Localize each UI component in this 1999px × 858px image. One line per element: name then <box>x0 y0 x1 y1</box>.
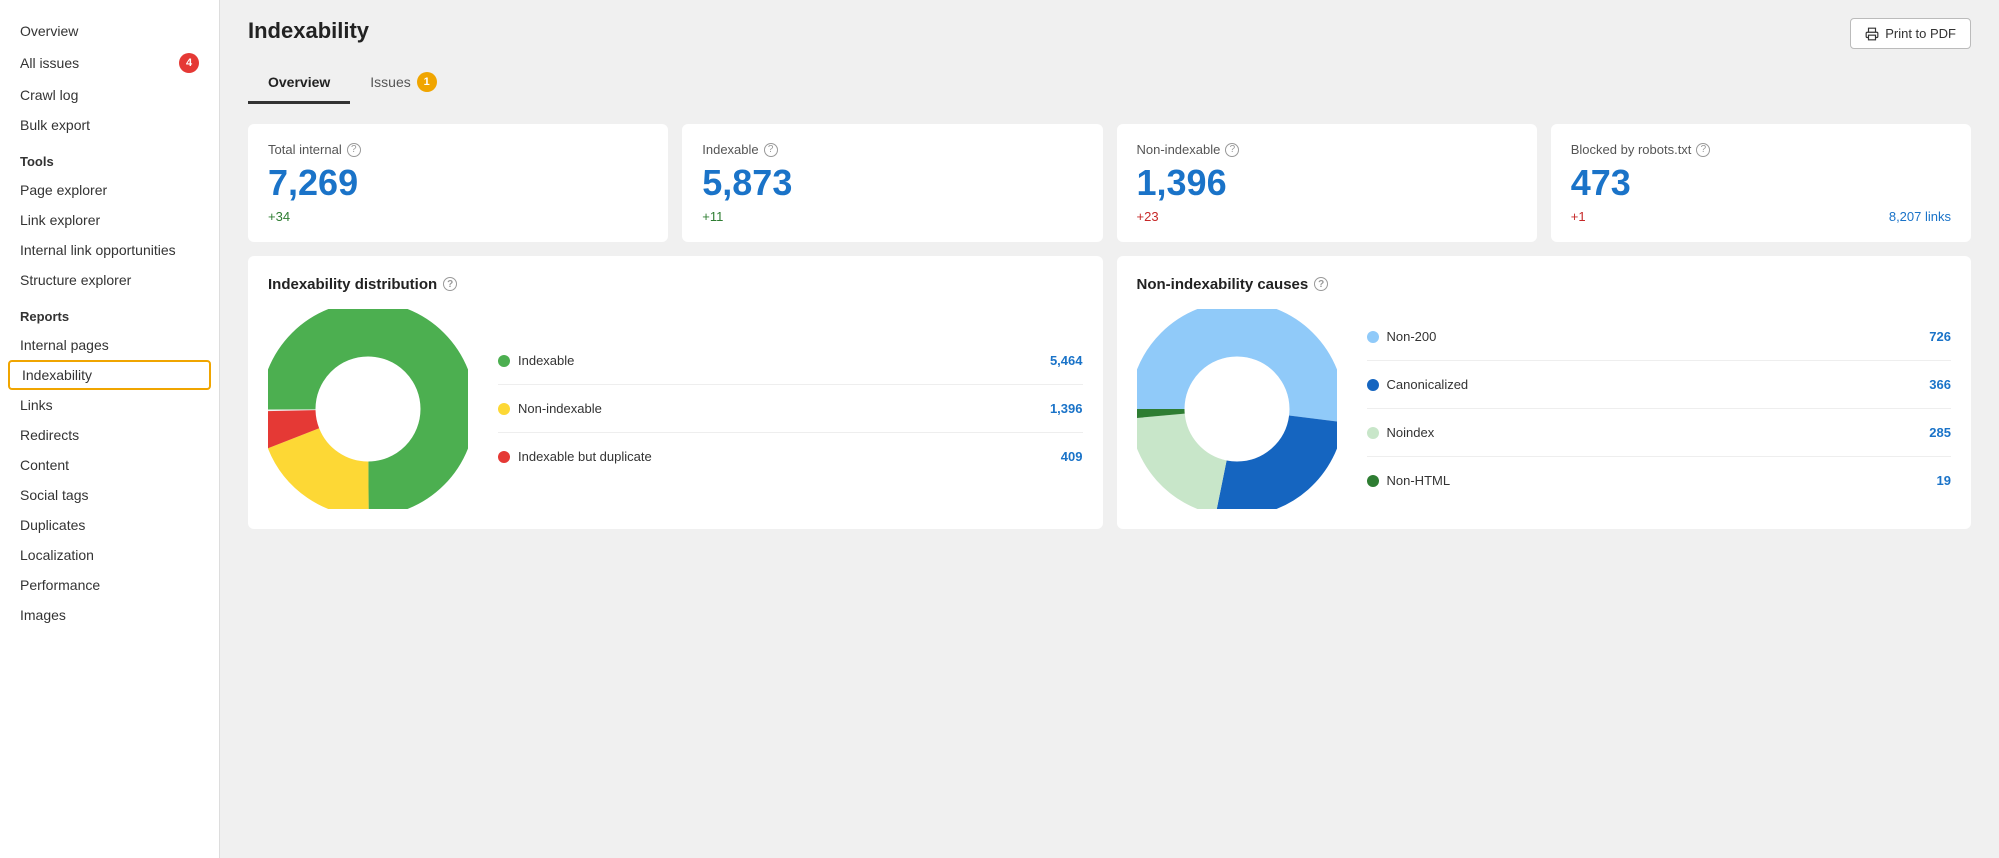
sidebar-item-crawl-log[interactable]: Crawl log <box>0 80 219 110</box>
legend-dot-canonicalized <box>1367 379 1379 391</box>
stat-delta-indexable: +11 <box>702 209 1082 224</box>
legend-item-noindex: Noindex 285 <box>1367 425 1952 440</box>
sidebar-item-performance[interactable]: Performance <box>0 570 219 600</box>
sidebar-item-bulk-export[interactable]: Bulk export <box>0 110 219 140</box>
stat-card-blocked: Blocked by robots.txt ? 473 +1 8,207 lin… <box>1551 124 1971 242</box>
sidebar-item-redirects[interactable]: Redirects <box>0 420 219 450</box>
stat-delta-total-internal: +34 <box>268 209 648 224</box>
nonindexability-donut-chart <box>1137 309 1337 509</box>
legend-dot-non-indexable <box>498 403 510 415</box>
legend-item-non-indexable: Non-indexable 1,396 <box>498 401 1083 416</box>
charts-row: Indexability distribution ? <box>248 256 1971 529</box>
reports-section-label: Reports <box>0 295 219 330</box>
indexability-distribution-card: Indexability distribution ? <box>248 256 1103 529</box>
print-to-pdf-button[interactable]: Print to PDF <box>1850 18 1971 49</box>
tab-overview[interactable]: Overview <box>248 63 350 104</box>
help-icon-total-internal[interactable]: ? <box>347 143 361 157</box>
stat-delta-non-indexable: +23 <box>1137 209 1517 224</box>
legend-value-duplicate[interactable]: 409 <box>1061 449 1083 464</box>
legend-value-non200[interactable]: 726 <box>1929 329 1951 344</box>
sidebar-item-content[interactable]: Content <box>0 450 219 480</box>
sidebar-item-all-issues[interactable]: All issues 4 <box>0 46 219 80</box>
tab-issues[interactable]: Issues 1 <box>350 63 456 104</box>
legend-item-canonicalized: Canonicalized 366 <box>1367 377 1952 392</box>
main-area: Total internal ? 7,269 +34 Indexable ? 5… <box>220 104 1999 858</box>
stat-value-blocked: 473 <box>1571 163 1951 203</box>
stat-card-non-indexable: Non-indexable ? 1,396 +23 <box>1117 124 1537 242</box>
sidebar-item-localization[interactable]: Localization <box>0 540 219 570</box>
sidebar-item-images[interactable]: Images <box>0 600 219 630</box>
sidebar: Overview All issues 4 Crawl log Bulk exp… <box>0 0 220 858</box>
help-icon-non-indexable[interactable]: ? <box>1225 143 1239 157</box>
stat-value-total-internal: 7,269 <box>268 163 648 203</box>
stat-cards-row: Total internal ? 7,269 +34 Indexable ? 5… <box>248 124 1971 242</box>
help-icon-blocked[interactable]: ? <box>1696 143 1710 157</box>
legend-dot-non-html <box>1367 475 1379 487</box>
sidebar-item-social-tags[interactable]: Social tags <box>0 480 219 510</box>
sidebar-item-link-explorer[interactable]: Link explorer <box>0 205 219 235</box>
sidebar-item-links[interactable]: Links <box>0 390 219 420</box>
legend-item-non200: Non-200 726 <box>1367 329 1952 344</box>
sidebar-item-internal-pages[interactable]: Internal pages <box>0 330 219 360</box>
legend-item-non-html: Non-HTML 19 <box>1367 473 1952 488</box>
legend-item-duplicate: Indexable but duplicate 409 <box>498 449 1083 464</box>
legend-dot-non200 <box>1367 331 1379 343</box>
indexability-donut-chart <box>268 309 468 509</box>
help-icon-indexable[interactable]: ? <box>764 143 778 157</box>
sidebar-item-page-explorer[interactable]: Page explorer <box>0 175 219 205</box>
sidebar-item-indexability[interactable]: Indexability <box>8 360 211 390</box>
indexability-legend: Indexable 5,464 Non-indexable 1,396 <box>498 353 1083 464</box>
legend-value-non-html[interactable]: 19 <box>1937 473 1951 488</box>
stat-value-non-indexable: 1,396 <box>1137 163 1517 203</box>
legend-value-indexable[interactable]: 5,464 <box>1050 353 1083 368</box>
tools-section-label: Tools <box>0 140 219 175</box>
help-icon-nonindex-causes[interactable]: ? <box>1314 277 1328 291</box>
indexability-donut-svg <box>268 309 468 509</box>
legend-value-noindex[interactable]: 285 <box>1929 425 1951 440</box>
page-title: Indexability <box>248 18 369 44</box>
legend-value-non-indexable[interactable]: 1,396 <box>1050 401 1083 416</box>
legend-value-canonicalized[interactable]: 366 <box>1929 377 1951 392</box>
sidebar-item-overview[interactable]: Overview <box>0 16 219 46</box>
issues-tab-badge: 1 <box>417 72 437 92</box>
legend-dot-duplicate <box>498 451 510 463</box>
sidebar-item-structure-explorer[interactable]: Structure explorer <box>0 265 219 295</box>
stat-card-total-internal: Total internal ? 7,269 +34 <box>248 124 668 242</box>
legend-item-indexable: Indexable 5,464 <box>498 353 1083 368</box>
print-icon <box>1865 27 1879 41</box>
help-icon-index-dist[interactable]: ? <box>443 277 457 291</box>
sidebar-item-duplicates[interactable]: Duplicates <box>0 510 219 540</box>
tabs-bar: Overview Issues 1 <box>220 49 1999 104</box>
stat-card-indexable: Indexable ? 5,873 +11 <box>682 124 1102 242</box>
stat-value-indexable: 5,873 <box>702 163 1082 203</box>
all-issues-badge: 4 <box>179 53 199 73</box>
nonindexability-legend: Non-200 726 Canonicalized 366 <box>1367 329 1952 488</box>
legend-dot-indexable <box>498 355 510 367</box>
non-indexability-causes-card: Non-indexability causes ? <box>1117 256 1972 529</box>
sidebar-item-internal-link-opportunities[interactable]: Internal link opportunities <box>0 235 219 265</box>
main-content: Indexability Print to PDF Overview Issue… <box>220 0 1999 858</box>
legend-dot-noindex <box>1367 427 1379 439</box>
nonindexability-donut-svg <box>1137 309 1337 509</box>
page-header: Indexability Print to PDF <box>220 0 1999 49</box>
blocked-links-link[interactable]: 8,207 links <box>1889 209 1951 224</box>
